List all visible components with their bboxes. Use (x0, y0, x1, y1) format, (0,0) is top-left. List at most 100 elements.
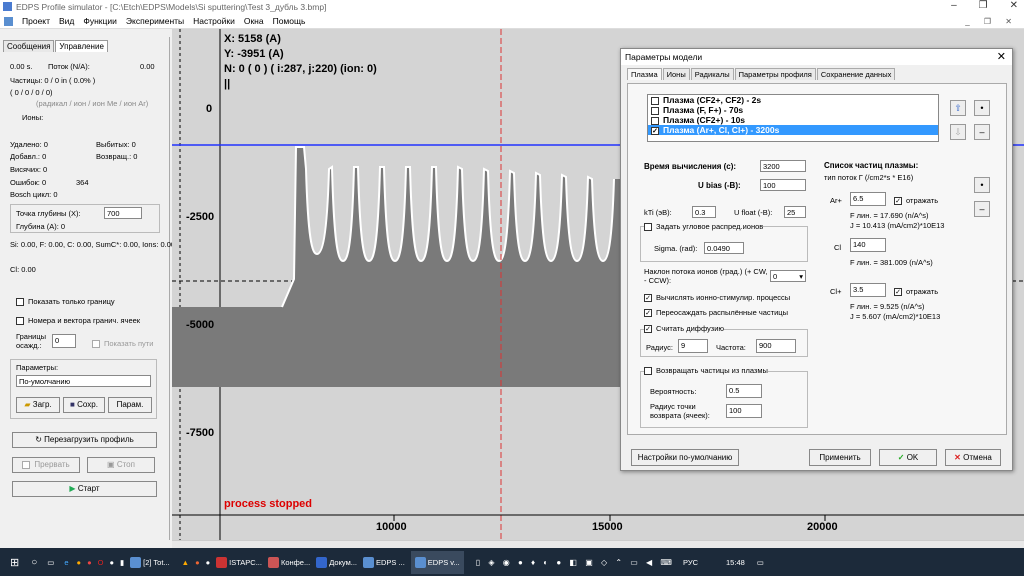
cl-flux-input[interactable]: 140 (850, 238, 886, 252)
save-button[interactable]: ■ Сохр. (63, 397, 105, 413)
add-plasma-button[interactable]: • (974, 100, 990, 116)
prob-input[interactable]: 0.5 (726, 384, 762, 398)
clp-flux-input[interactable]: 3.5 (850, 283, 886, 297)
start-button[interactable]: ▶ Старт (12, 481, 157, 497)
border-label: Границы осажд.: (16, 332, 46, 350)
show-paths-checkbox[interactable]: Показать пути (92, 339, 153, 349)
list-item[interactable]: Плазма (CF2+, CF2) - 2s (648, 95, 938, 105)
tab-plasma[interactable]: Плазма (627, 68, 662, 80)
ar-flux-input[interactable]: 6.5 (850, 192, 886, 206)
move-down-button[interactable]: ⇩ (950, 124, 966, 140)
close-button[interactable]: ✕ (1010, 0, 1018, 11)
notifications-icon[interactable]: ▭ (757, 558, 764, 567)
params-button[interactable]: Парам. (108, 397, 152, 413)
menu-project[interactable]: Проект (22, 16, 50, 26)
app-icon[interactable]: ● (206, 558, 211, 567)
menu-experiments[interactable]: Эксперименты (126, 16, 184, 26)
return-point-input[interactable]: 100 (726, 404, 762, 418)
add-particle-button[interactable]: • (974, 177, 990, 193)
search-icon[interactable]: ○ (31, 557, 37, 568)
dialog-title: Параметры модели (621, 49, 1012, 65)
load-button[interactable]: ▰ Загр. (16, 397, 60, 413)
apply-button[interactable]: Применить (809, 449, 871, 466)
params-input[interactable]: По-умолчанию (16, 375, 151, 387)
x-tick-label: 15000 (592, 521, 623, 533)
plasma-list[interactable]: Плазма (CF2+, CF2) - 2s Плазма (F, F+) -… (647, 94, 939, 142)
diffusion-checkbox[interactable]: ✓ Считать диффузию (644, 324, 725, 334)
clp-reflect-checkbox[interactable]: ✓ отражать (894, 287, 938, 297)
reload-profile-button[interactable]: ↻ Перезагрузить профиль (12, 432, 157, 448)
particles-legend: (радикал / ион / ион Me / ион Ar) (36, 99, 149, 108)
minimize-button[interactable]: – (951, 0, 957, 11)
remove-particle-button[interactable]: – (974, 201, 990, 217)
app-icon[interactable]: ● (77, 558, 82, 567)
depth-point-input[interactable]: 700 (104, 207, 142, 219)
clock[interactable]: 15:48 (726, 558, 745, 567)
taskbar-item[interactable]: EDPS ... (363, 556, 405, 568)
tab-save-data[interactable]: Сохранение данных (816, 68, 896, 80)
ok-button[interactable]: ✓ OK (879, 449, 937, 466)
tab-control[interactable]: Управление (55, 40, 108, 52)
sigma-input[interactable]: 0.0490 (704, 242, 744, 254)
cancel-button[interactable]: ✕ Отмена (945, 449, 1001, 466)
taskbar-item[interactable]: Докум... (316, 556, 357, 568)
move-up-button[interactable]: ⇧ (950, 100, 966, 116)
taskbar-item[interactable]: [2] Tot... (130, 556, 170, 568)
tray-icons[interactable]: ▯ ◈ ◉ ● ♦ ◐ ● ◧ ▣ ◇ ⌃ ▭ ◀ ⌨ (476, 558, 675, 567)
cl-label: Cl (834, 243, 842, 252)
calc-time-label: Время вычисления (c): (644, 162, 737, 171)
ar-reflect-checkbox[interactable]: ✓ отражать (894, 196, 938, 206)
resputter-checkbox[interactable]: ✓ Переосаждать распылённые частицы (644, 308, 788, 318)
app-icon[interactable]: ● (195, 558, 200, 567)
start-icon[interactable]: ⊞ (10, 556, 19, 569)
calc-time-input[interactable]: 3200 (760, 160, 806, 172)
defaults-button[interactable]: Настройки по-умолчанию (631, 449, 739, 466)
show-numbers-checkbox[interactable]: Номера и вектора гранич. ячеек (16, 316, 140, 326)
remove-plasma-button[interactable]: – (974, 124, 990, 140)
opera-icon[interactable]: O (98, 558, 104, 567)
menu-view[interactable]: Вид (59, 16, 74, 26)
ar-label: Ar+ (830, 196, 842, 205)
app-icon[interactable]: ● (109, 558, 114, 567)
slope-select[interactable]: 0 ▾ (770, 270, 806, 282)
menu-help[interactable]: Помощь (273, 16, 306, 26)
edge-icon[interactable]: e (64, 558, 68, 567)
radius-input[interactable]: 9 (678, 339, 708, 353)
mdi-controls[interactable]: _ ❐ ✕ (965, 17, 1018, 26)
list-item[interactable]: ✓ Плазма (Ar+, Cl, Cl+) - 3200s (648, 125, 938, 135)
show-border-checkbox[interactable]: Показать только границу (16, 297, 115, 307)
plus-icon: • (980, 180, 984, 190)
angular-checkbox[interactable]: Задать угловое распред.ионов (644, 222, 764, 232)
ion-stim-checkbox[interactable]: ✓ Вычислять ионно-стимулир. процессы (644, 293, 790, 303)
taskbar-item[interactable]: EDPS v... (410, 550, 464, 574)
stop-button[interactable]: ▣ Стоп (87, 457, 155, 473)
app-icon[interactable]: ▮ (120, 558, 124, 567)
tab-messages[interactable]: Сообщения (3, 40, 55, 52)
app-icon[interactable]: ▲ (182, 558, 189, 567)
language-indicator[interactable]: РУС (683, 558, 698, 567)
chrome-icon[interactable]: ● (87, 558, 92, 567)
taskbar-item[interactable]: ISTAPC... (216, 556, 262, 568)
tab-ions[interactable]: Ионы (662, 68, 690, 80)
dialog-close-button[interactable]: ✕ (997, 50, 1006, 63)
menu-functions[interactable]: Функции (83, 16, 117, 26)
kti-input[interactable]: 0.3 (692, 206, 716, 218)
list-item[interactable]: Плазма (CF2+) - 10s (648, 115, 938, 125)
task-view-icon[interactable]: ▭ (47, 558, 54, 567)
ufloat-input[interactable]: 25 (784, 206, 806, 218)
border-input[interactable]: 0 (52, 334, 76, 348)
x-tick-label: 20000 (807, 521, 838, 533)
menu-windows[interactable]: Окна (244, 16, 264, 26)
return-checkbox[interactable]: Возвращать частицы из плазмы (644, 366, 768, 376)
list-item[interactable]: Плазма (F, F+) - 70s (648, 105, 938, 115)
tab-radicals[interactable]: Радикалы (690, 68, 734, 80)
maximize-button[interactable]: ❐ (979, 0, 988, 11)
tab-profile-params[interactable]: Параметры профиля (734, 68, 816, 80)
horizontal-scrollbar[interactable] (172, 540, 1024, 548)
interrupt-button[interactable]: Прервать (12, 457, 80, 473)
menu-settings[interactable]: Настройки (193, 16, 235, 26)
ubias-input[interactable]: 100 (760, 179, 806, 191)
freq-input[interactable]: 900 (756, 339, 796, 353)
taskbar-item[interactable]: Конфе... (267, 556, 310, 568)
errors-count: Ошибок: 0 (10, 178, 47, 187)
